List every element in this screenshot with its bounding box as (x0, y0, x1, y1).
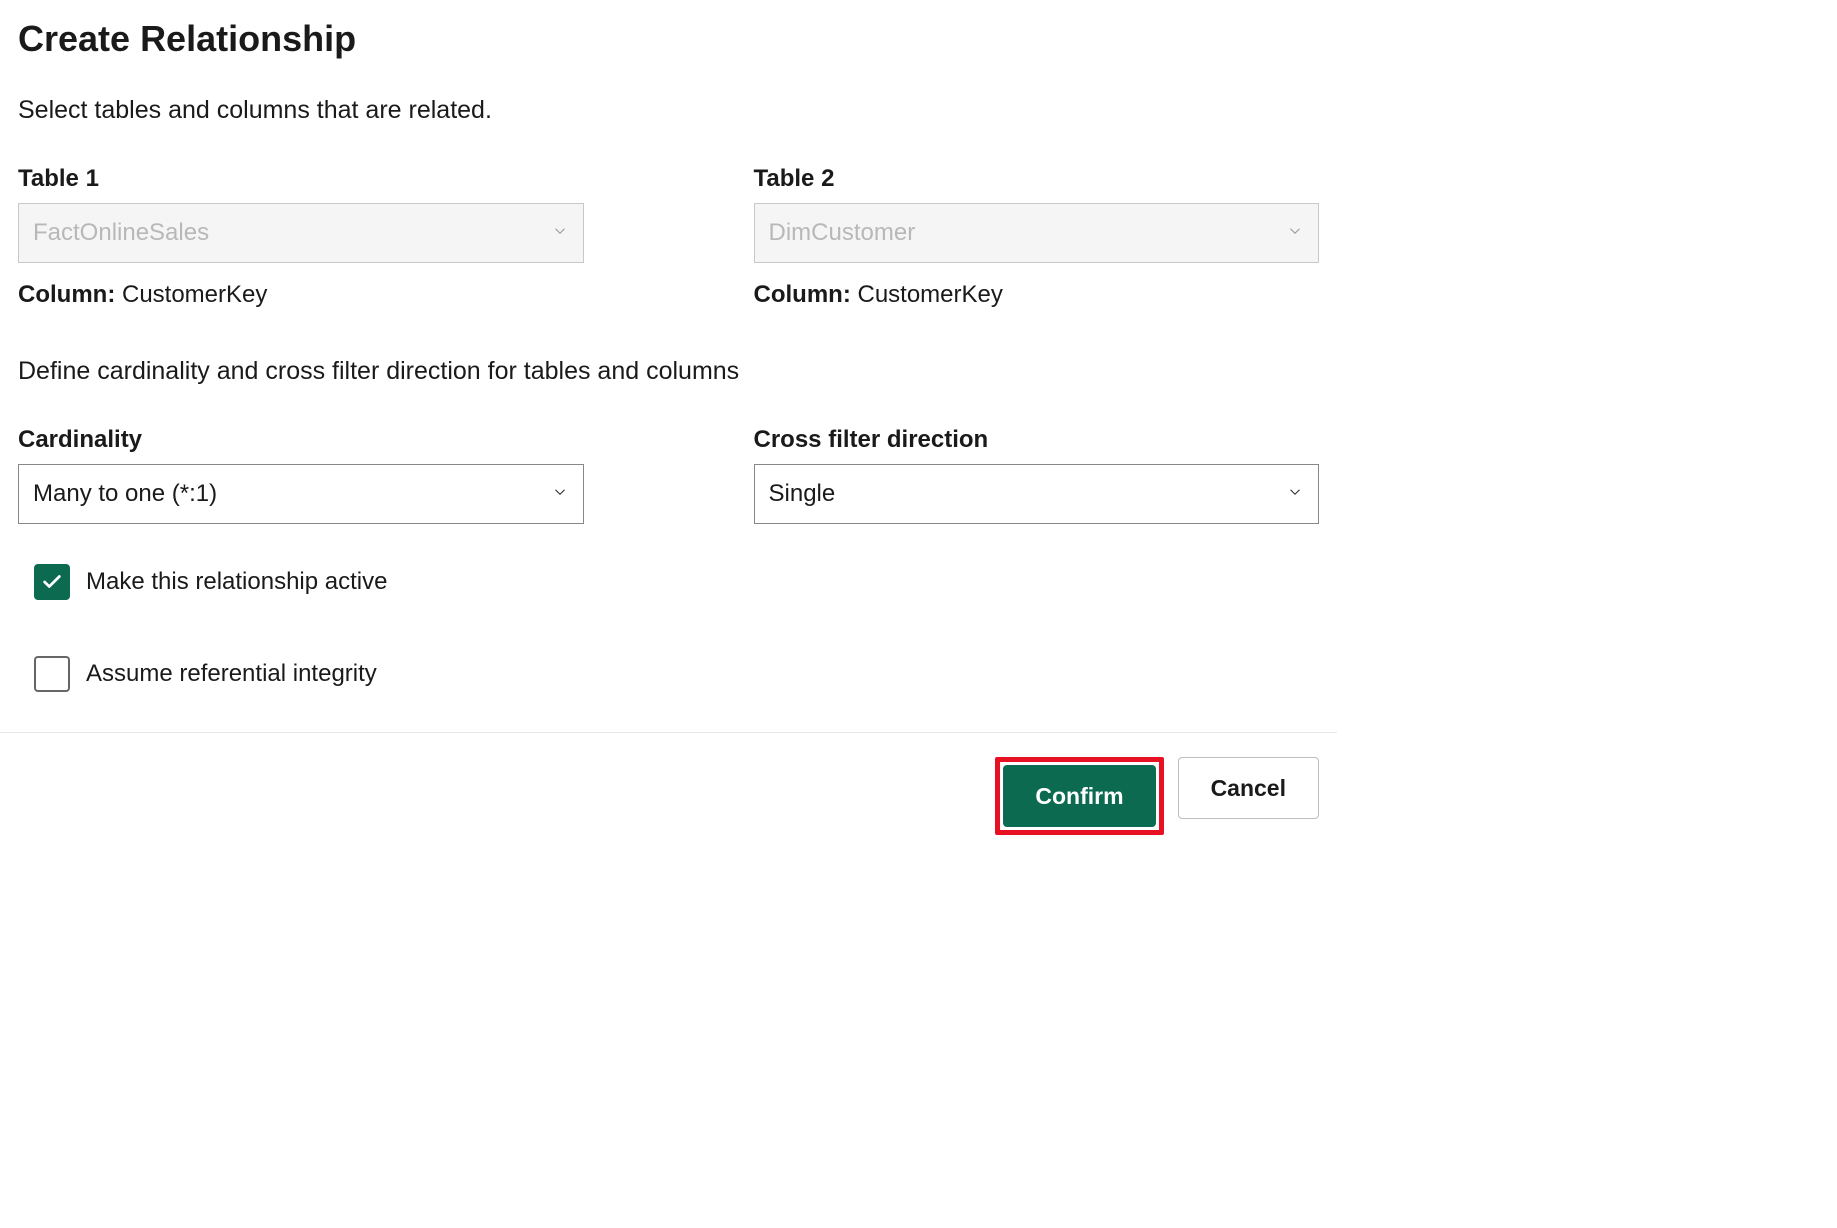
cardinality-group: Cardinality Many to one (*:1) (18, 426, 584, 524)
table2-value: DimCustomer (769, 219, 916, 247)
table1-column-prefix: Column: (18, 281, 115, 308)
crossfilter-select[interactable]: Single (754, 464, 1320, 524)
chevron-down-icon (551, 480, 569, 508)
cardinality-label: Cardinality (18, 426, 584, 454)
table1-label: Table 1 (18, 165, 584, 193)
table2-column: Column: CustomerKey (754, 281, 1320, 309)
check-icon (41, 571, 63, 593)
crossfilter-label: Cross filter direction (754, 426, 1320, 454)
cardinality-row: Cardinality Many to one (*:1) Cross filt… (18, 426, 1319, 524)
table2-column-prefix: Column: (754, 281, 851, 308)
table2-select[interactable]: DimCustomer (754, 203, 1320, 263)
confirm-highlight: Confirm (995, 757, 1163, 835)
crossfilter-value: Single (769, 480, 836, 508)
active-checkbox-row: Make this relationship active (34, 564, 1319, 600)
active-checkbox[interactable] (34, 564, 70, 600)
table1-select[interactable]: FactOnlineSales (18, 203, 584, 263)
chevron-down-icon (1286, 480, 1304, 508)
table2-label: Table 2 (754, 165, 1320, 193)
cardinality-description: Define cardinality and cross filter dire… (18, 357, 1319, 386)
table1-column-value: CustomerKey (122, 281, 267, 308)
table1-value: FactOnlineSales (33, 219, 209, 247)
cancel-button[interactable]: Cancel (1178, 757, 1319, 819)
integrity-checkbox[interactable] (34, 656, 70, 692)
dialog-footer: Confirm Cancel (18, 733, 1319, 859)
chevron-down-icon (551, 219, 569, 247)
table2-column-value: CustomerKey (857, 281, 1002, 308)
chevron-down-icon (1286, 219, 1304, 247)
integrity-checkbox-label: Assume referential integrity (86, 660, 377, 688)
confirm-button[interactable]: Confirm (1003, 765, 1155, 827)
integrity-checkbox-row: Assume referential integrity (34, 656, 1319, 692)
table1-column: Column: CustomerKey (18, 281, 584, 309)
cardinality-select[interactable]: Many to one (*:1) (18, 464, 584, 524)
dialog-subtitle: Select tables and columns that are relat… (18, 96, 1319, 125)
table2-group: Table 2 DimCustomer Column: CustomerKey (754, 165, 1320, 309)
active-checkbox-label: Make this relationship active (86, 568, 387, 596)
tables-row: Table 1 FactOnlineSales Column: Customer… (18, 165, 1319, 309)
table1-group: Table 1 FactOnlineSales Column: Customer… (18, 165, 584, 309)
crossfilter-group: Cross filter direction Single (754, 426, 1320, 524)
dialog-title: Create Relationship (18, 18, 1319, 60)
cardinality-value: Many to one (*:1) (33, 480, 217, 508)
